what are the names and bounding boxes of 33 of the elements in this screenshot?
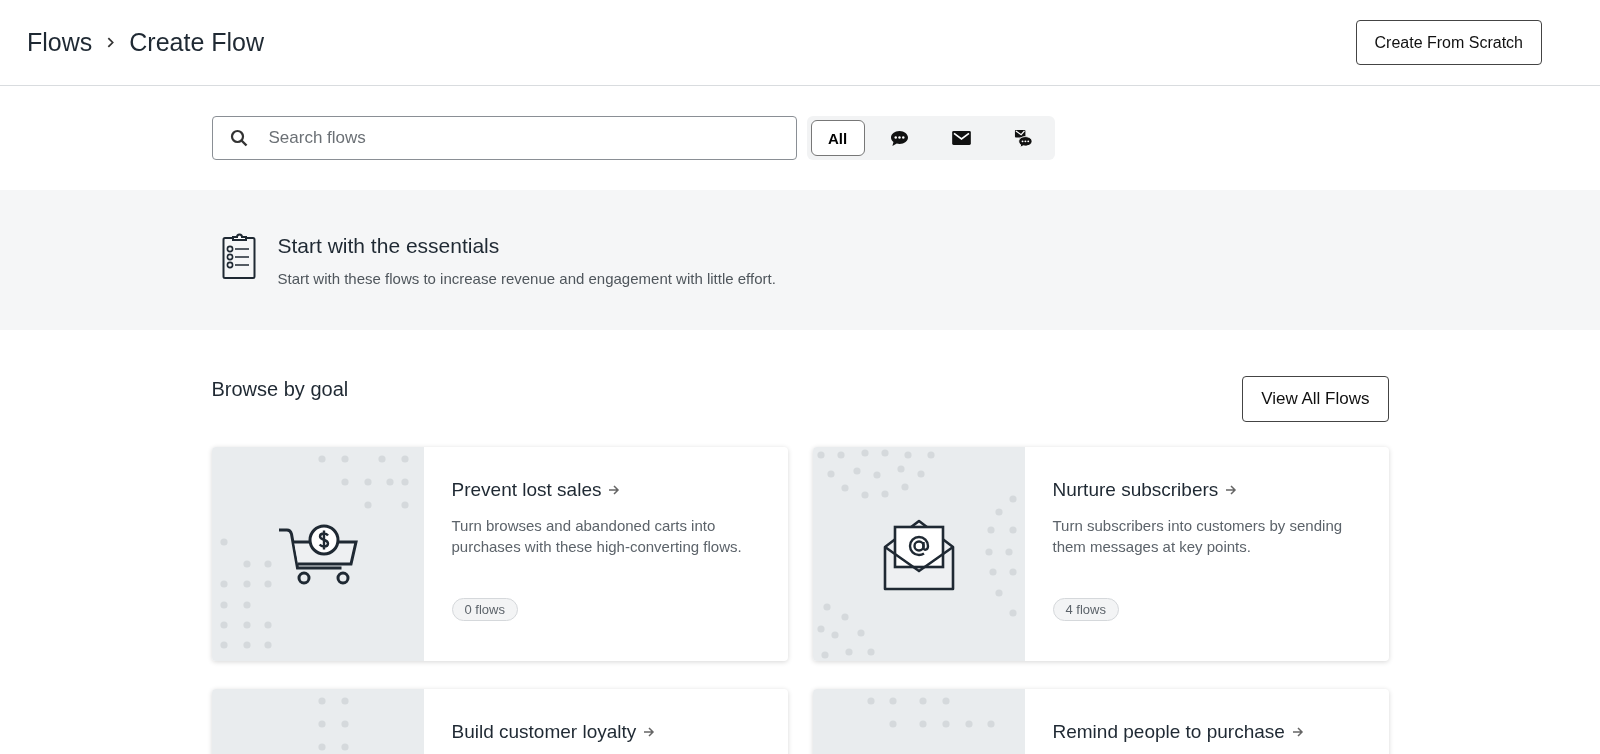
- envelope-icon: [952, 131, 971, 145]
- create-from-scratch-button[interactable]: Create From Scratch: [1355, 20, 1542, 65]
- search-icon: [229, 129, 248, 147]
- envelope-chat-icon: [1014, 128, 1033, 148]
- checklist-clipboard-icon: [221, 231, 256, 280]
- arrow-right-icon: [643, 726, 656, 738]
- goal-card[interactable]: Remind people to purchase: [812, 689, 1389, 754]
- breadcrumb-link[interactable]: Flows: [27, 28, 93, 57]
- goal-title: Nurture subscribers: [1052, 479, 1219, 501]
- arrow-right-icon: [1225, 484, 1238, 496]
- goal-title: Prevent lost sales: [451, 479, 602, 501]
- view-all-flows-button[interactable]: View All Flows: [1242, 376, 1389, 422]
- goal-title: Remind people to purchase: [1052, 721, 1285, 743]
- browse-heading: Browse by goal: [211, 377, 349, 401]
- arrow-right-icon: [1291, 726, 1304, 738]
- arrow-right-icon: [608, 484, 621, 496]
- page-title: Create Flow: [129, 28, 265, 57]
- goal-card[interactable]: Build customer loyalty: [211, 689, 788, 754]
- essentials-description: Start with these flows to increase revenue and engagement with little effort.: [277, 269, 776, 287]
- flow-count-tag: 4 flows: [1052, 598, 1119, 621]
- chat-bubble-icon: [890, 129, 909, 147]
- goal-title: Build customer loyalty: [451, 721, 637, 743]
- flow-count-tag: 0 flows: [451, 598, 518, 621]
- shopping-cart-dollar-icon: [276, 522, 359, 586]
- goal-card[interactable]: Prevent lost sales Turn browses and abandoned carts into purchases with these high-converting flows. 0 flows: [211, 447, 788, 661]
- open-envelope-at-icon: [882, 517, 955, 591]
- essentials-title: Start with the essentials: [277, 233, 501, 258]
- chevron-right-icon: [106, 36, 116, 49]
- goal-description: Turn subscribers into customers by sending them messages at key points.: [1052, 516, 1344, 557]
- search-field[interactable]: Search flows: [211, 116, 797, 160]
- filter-tab[interactable]: All: [810, 120, 865, 156]
- goal-description: Turn browses and abandoned carts into purchases with these high-converting flows.: [451, 516, 743, 557]
- goal-card[interactable]: Nurture subscribers Turn subscribers into customers by sending them messages at key points. 4 flows: [812, 447, 1389, 661]
